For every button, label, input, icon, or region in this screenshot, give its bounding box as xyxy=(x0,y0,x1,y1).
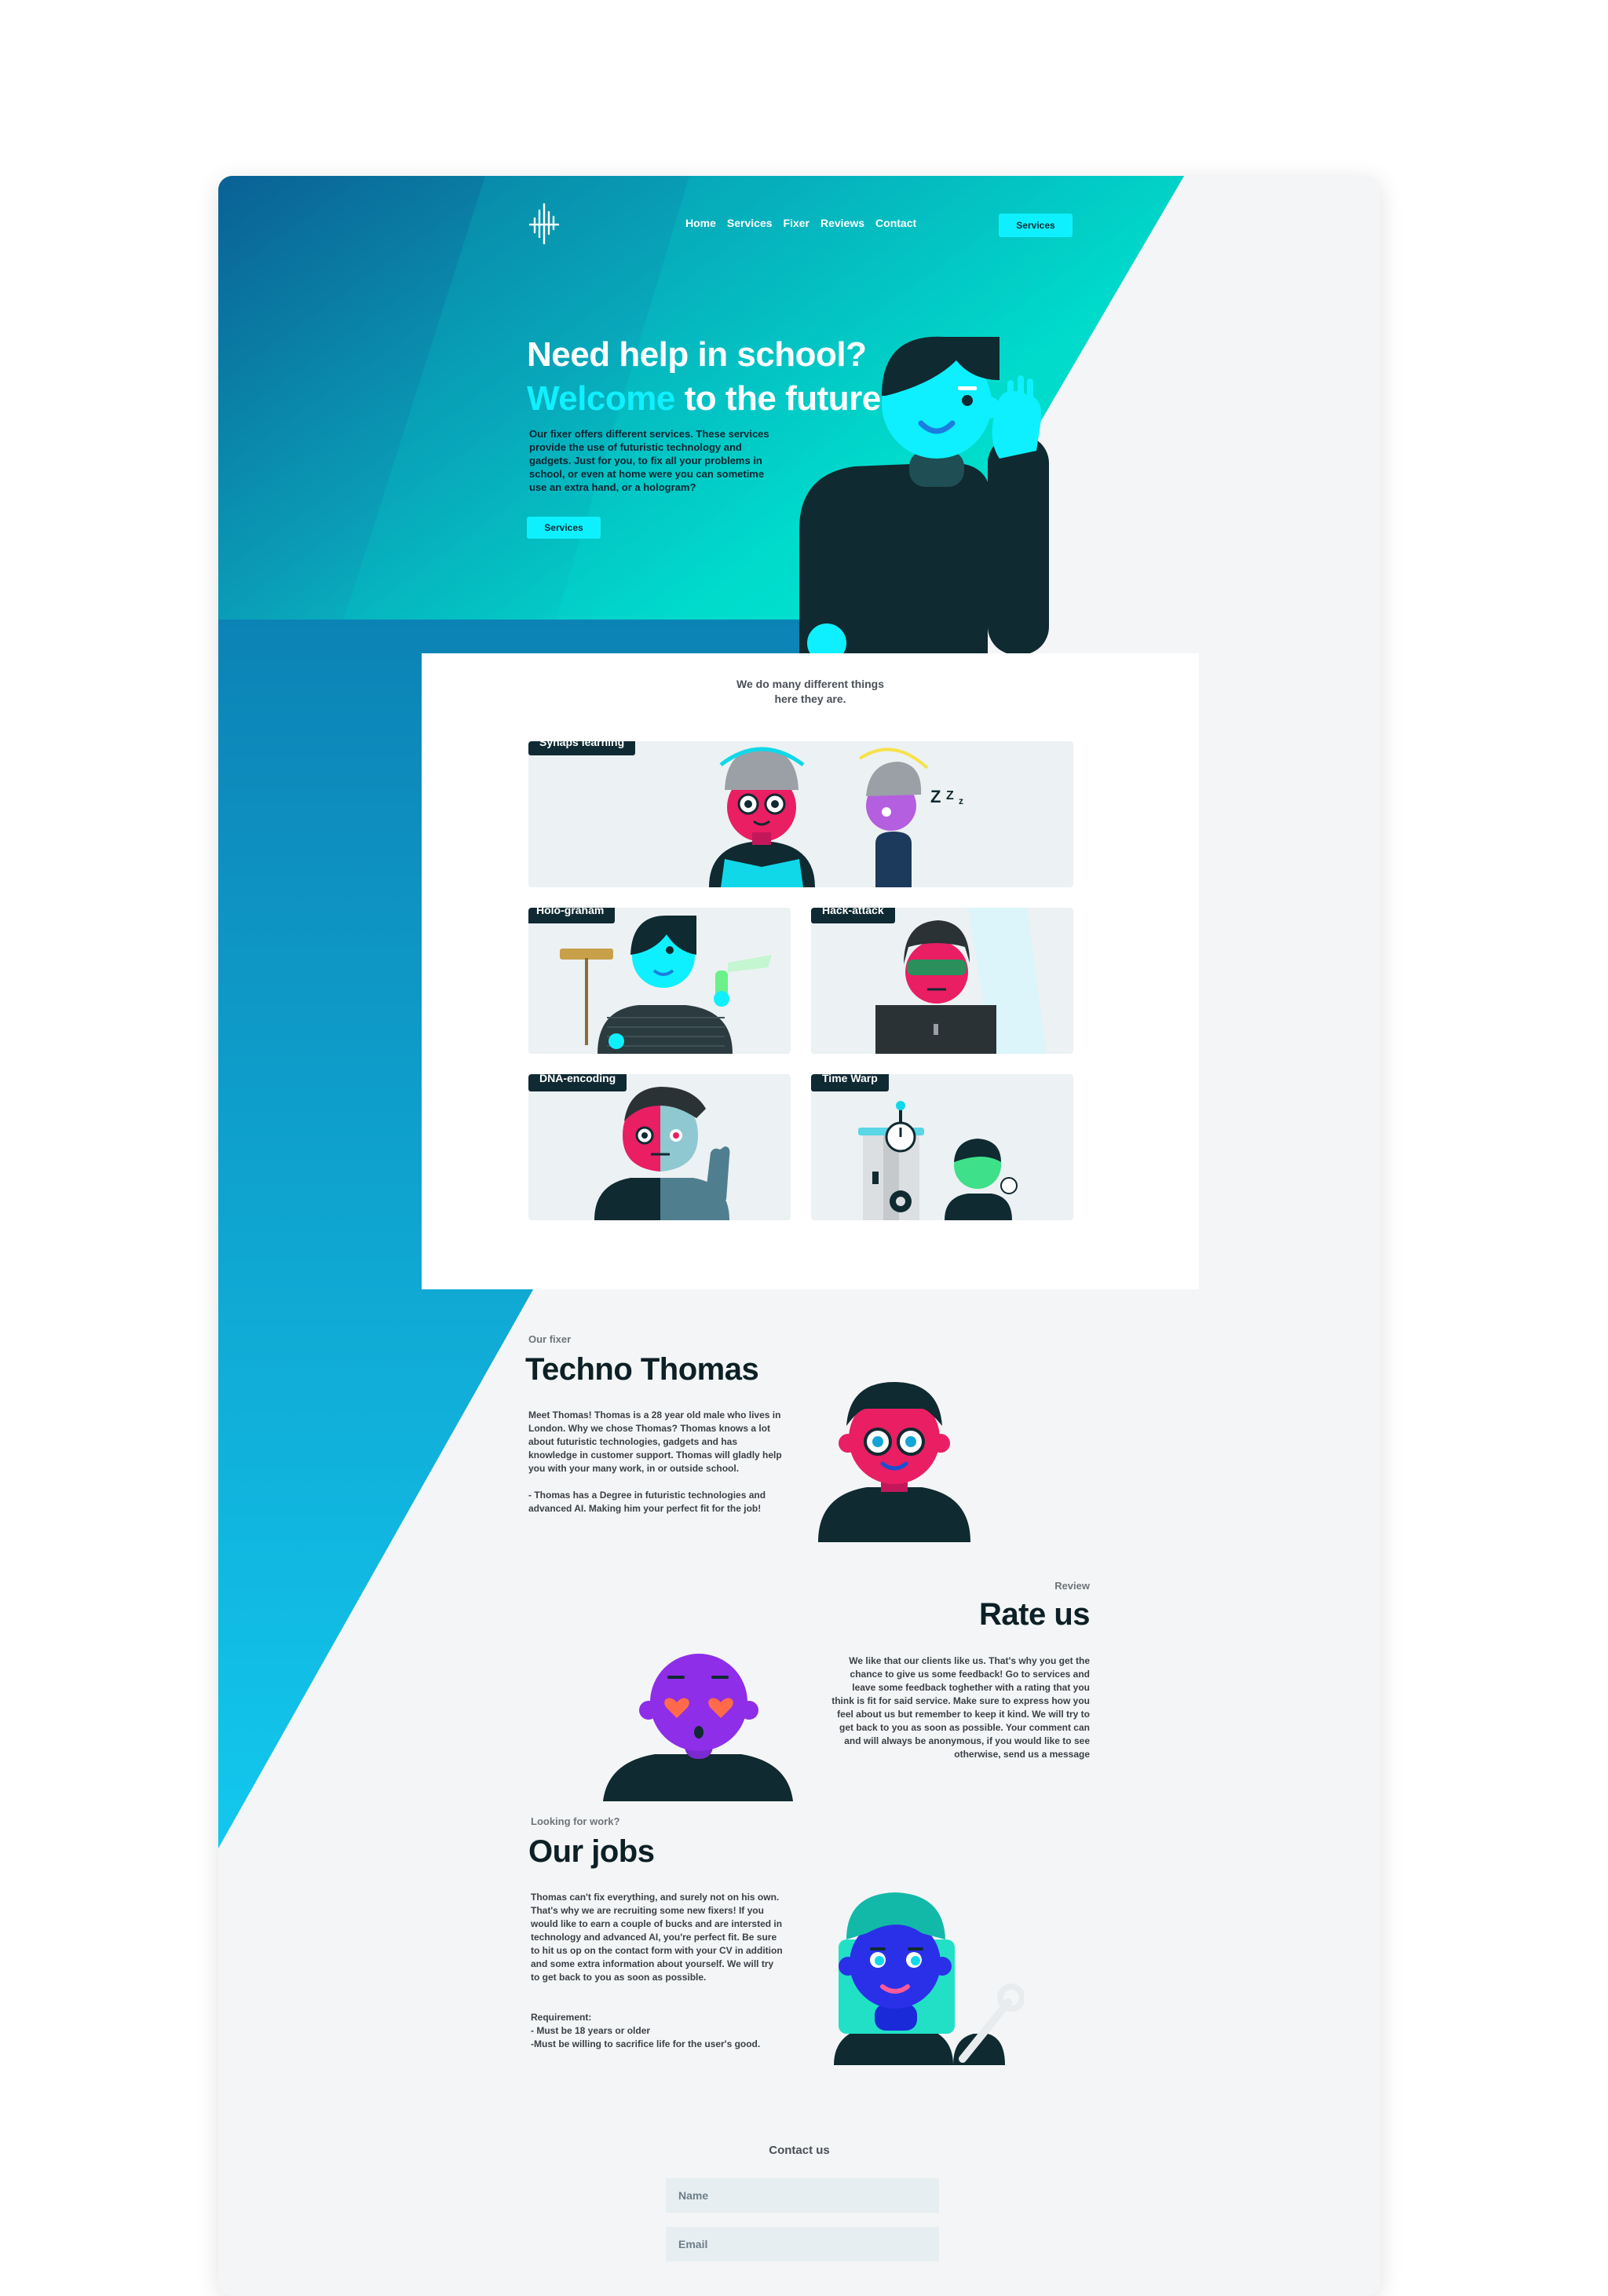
jobs-text: Thomas can't fix everything, and surely … xyxy=(531,1892,783,1983)
hack-attack-illustration xyxy=(875,908,1047,1054)
svg-text:Z: Z xyxy=(946,789,954,803)
email-field[interactable] xyxy=(666,2227,939,2261)
jobs-description: Thomas can't fix everything, and surely … xyxy=(531,1891,784,2051)
hero-character-illustration xyxy=(799,336,1049,655)
nav-services[interactable]: Services xyxy=(727,217,773,229)
jobs-title: Our jobs xyxy=(528,1834,655,1869)
fixer-description: Meet Thomas! Thomas is a 28 year old mal… xyxy=(528,1409,784,1515)
contact-title: Contact us xyxy=(769,2144,830,2157)
review-title: Rate us xyxy=(979,1597,1091,1632)
tile-label-hack-attack: Hack-attack xyxy=(811,908,895,923)
hero-title-accent: Welcome xyxy=(527,379,675,418)
jobs-requirement-title: Requirement: xyxy=(531,2012,592,2023)
jobs-eyebrow: Looking for work? xyxy=(531,1815,620,1827)
service-tile-synaps-learning[interactable]: Z Z z Synaps learning xyxy=(528,741,1073,887)
service-tile-dna-encoding[interactable]: DNA-encoding xyxy=(528,1074,791,1220)
nav-fixer[interactable]: Fixer xyxy=(784,217,809,229)
nav-home[interactable]: Home xyxy=(685,217,716,229)
review-description: We like that our clients like us. That's… xyxy=(831,1655,1090,1760)
time-warp-illustration xyxy=(858,1101,1018,1220)
tile-label-holo-graham: Holo-graham xyxy=(528,908,616,923)
services-heading-line1: We do many different things xyxy=(736,678,884,690)
holo-graham-illustration xyxy=(560,916,772,1054)
svg-text:z: z xyxy=(959,795,963,806)
fixer-title: Techno Thomas xyxy=(525,1352,759,1387)
jobs-requirement-1: - Must be 18 years or older xyxy=(531,2025,651,2036)
tile-label-dna-encoding: DNA-encoding xyxy=(528,1074,627,1091)
page-frame: Home Services Fixer Reviews Contact Serv… xyxy=(218,176,1380,2296)
review-eyebrow: Review xyxy=(1054,1580,1090,1592)
nav-contact[interactable]: Contact xyxy=(875,217,916,229)
service-tile-hack-attack[interactable]: Hack-attack xyxy=(811,908,1073,1054)
svg-text:Z: Z xyxy=(930,787,941,806)
services-heading-line2: here they are. xyxy=(774,693,846,705)
logo-icon[interactable] xyxy=(528,199,560,247)
fixer-text-2: - Thomas has a Degree in futuristic tech… xyxy=(528,1490,766,1514)
service-tile-time-warp[interactable]: Time Warp xyxy=(811,1074,1073,1220)
jobs-requirement-2: -Must be willing to sacrifice life for t… xyxy=(531,2038,761,2049)
services-card: We do many different things here they ar… xyxy=(422,653,1199,1289)
services-heading: We do many different things here they ar… xyxy=(422,677,1199,707)
main-nav: Home Services Fixer Reviews Contact xyxy=(685,217,916,229)
jobs-avatar xyxy=(834,1892,1024,2065)
nav-reviews[interactable]: Reviews xyxy=(820,217,864,229)
hero-services-button[interactable]: Services xyxy=(527,517,601,539)
dna-encoding-illustration xyxy=(594,1087,730,1220)
hero-description: Our fixer offers different services. The… xyxy=(529,428,769,493)
fixer-text-1: Meet Thomas! Thomas is a 28 year old mal… xyxy=(528,1409,782,1474)
nav-services-button[interactable]: Services xyxy=(999,214,1073,237)
thomas-avatar xyxy=(818,1382,970,1542)
service-tile-holo-graham[interactable]: Holo-graham xyxy=(528,908,791,1054)
synaps-illustration: Z Z z xyxy=(709,747,963,887)
review-avatar xyxy=(603,1654,793,1801)
name-field[interactable] xyxy=(666,2178,939,2213)
tile-label-synaps: Synaps learning xyxy=(528,741,636,755)
fixer-eyebrow: Our fixer xyxy=(528,1333,572,1345)
tile-label-time-warp: Time Warp xyxy=(811,1074,889,1091)
